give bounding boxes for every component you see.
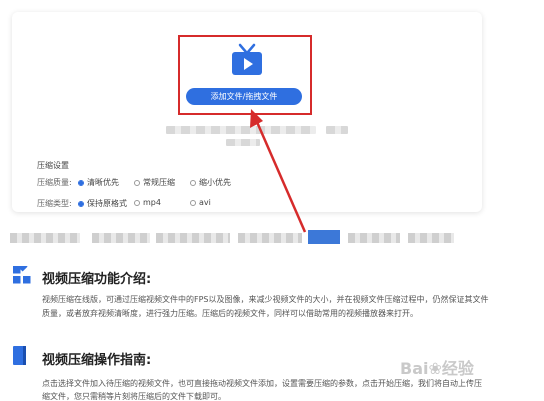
option-label: 保持原格式 (87, 199, 127, 208)
radio-selected-icon[interactable] (78, 200, 84, 207)
blurred-text (326, 126, 348, 134)
guide-title: 视频压缩操作指南: (42, 353, 152, 368)
tv-play-icon (232, 43, 262, 75)
quality-option-normal[interactable]: 常规压缩 (134, 177, 175, 188)
radio-icon[interactable] (190, 179, 196, 186)
radio-selected-icon[interactable] (78, 179, 84, 186)
type-label: 压缩类型: (37, 199, 72, 208)
quality-option-small[interactable]: 缩小优先 (190, 177, 231, 188)
add-file-button[interactable]: 添加文件/拖拽文件 (186, 88, 302, 105)
blurred-text (226, 139, 260, 146)
quality-label: 压缩质量: (37, 178, 72, 187)
upload-drop-zone[interactable]: 添加文件/拖拽文件 (178, 35, 312, 115)
type-option-original[interactable]: 保持原格式 (78, 198, 127, 209)
radio-icon[interactable] (134, 179, 140, 186)
radio-icon[interactable] (190, 199, 196, 206)
guide-text-line: 缩文件，您只需稍等片刻将压缩后的文件下载即可。 (42, 392, 226, 401)
baidu-watermark: Bai❀经验 (400, 359, 474, 378)
quality-option-clear[interactable]: 清晰优先 (78, 177, 119, 188)
option-label: avi (199, 198, 211, 207)
blurred-link-strip (0, 230, 544, 244)
option-label: 常规压缩 (143, 178, 175, 187)
intro-text-line: 视频压缩在线版，可通过压缩视频文件中的FPS以及图像，来减少视频文件的大小，并在… (42, 295, 489, 304)
option-label: mp4 (143, 198, 161, 207)
option-label: 清晰优先 (87, 178, 119, 187)
radio-icon[interactable] (134, 199, 140, 206)
intro-text-line: 质量，或者放弃视频清晰度，进行强力压缩。压缩后的视频文件，同样可以借助常用的视频… (42, 309, 418, 318)
intro-title: 视频压缩功能介绍: (42, 272, 152, 287)
settings-title: 压缩设置 (37, 161, 69, 170)
option-label: 缩小优先 (199, 178, 231, 187)
active-tab-marker[interactable] (308, 230, 340, 244)
feature-grid-icon (13, 266, 31, 284)
type-option-mp4[interactable]: mp4 (134, 198, 161, 207)
blurred-text (166, 126, 316, 134)
type-option-avi[interactable]: avi (190, 198, 211, 207)
book-icon (13, 346, 26, 365)
